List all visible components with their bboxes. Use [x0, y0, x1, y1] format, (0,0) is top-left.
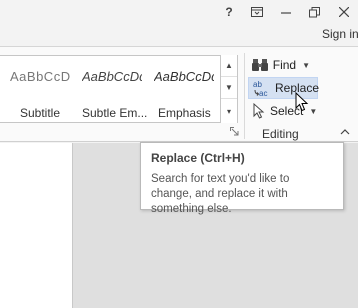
style-label: Subtitle [20, 106, 61, 120]
styles-gallery-scroll: ▲ ▼ ▾ [220, 55, 237, 123]
minimize-button[interactable] [272, 0, 300, 24]
gallery-more-button[interactable]: ▾ [221, 100, 237, 122]
group-separator [244, 53, 245, 139]
ribbon-display-icon [251, 7, 263, 17]
styles-gallery: AaBbCcD Subtitle AaBbCcDd Subtle Em... A… [0, 55, 238, 123]
binoculars-icon [252, 56, 269, 74]
ribbon-display-options-button[interactable] [243, 0, 271, 24]
close-button[interactable] [330, 0, 358, 24]
style-label: Subtle Em... [82, 106, 148, 120]
document-page[interactable] [0, 143, 73, 308]
svg-text:ac: ac [259, 89, 267, 97]
style-subtle-emphasis[interactable]: AaBbCcDd Subtle Em... [82, 56, 150, 124]
gallery-scroll-up-button[interactable]: ▲ [221, 55, 237, 77]
tooltip-title: Replace (Ctrl+H) [151, 151, 245, 165]
style-subtitle[interactable]: AaBbCcD Subtitle [10, 56, 72, 124]
chevron-down-icon: ▼ [302, 60, 310, 70]
style-label: Emphasis [158, 106, 211, 120]
tooltip-body: Search for text you'd like to change, an… [151, 173, 290, 215]
select-arrow-icon [252, 102, 266, 120]
styles-dialog-launcher[interactable] [230, 127, 240, 137]
find-button[interactable]: Find ▼ [248, 54, 314, 76]
mouse-cursor-icon [295, 92, 309, 112]
sign-in-link[interactable]: Sign in [322, 27, 358, 41]
dialog-launcher-icon [230, 127, 239, 136]
title-bar: ? [0, 0, 358, 24]
replace-tooltip: Replace (Ctrl+H) Search for text you'd l… [140, 142, 344, 215]
replace-icon: ab ac [253, 79, 271, 97]
restore-icon [308, 6, 320, 17]
gallery-scroll-down-button[interactable]: ▼ [221, 77, 237, 99]
chevron-up-icon [340, 129, 350, 135]
close-icon [339, 7, 349, 17]
style-sample: AaBbCcDd [154, 69, 214, 84]
restore-button[interactable] [300, 0, 328, 24]
find-label: Find [272, 58, 297, 72]
collapse-ribbon-button[interactable] [338, 127, 352, 139]
style-sample: AaBbCcD [10, 69, 70, 84]
minimize-icon [281, 12, 291, 14]
chevron-down-icon: ▼ [309, 106, 318, 116]
editing-group-label: Editing [262, 127, 299, 141]
help-button[interactable]: ? [215, 0, 243, 24]
style-emphasis[interactable]: AaBbCcDd Emphasis [154, 56, 220, 124]
svg-text:ab: ab [253, 80, 262, 89]
style-sample: AaBbCcDd [82, 69, 142, 84]
